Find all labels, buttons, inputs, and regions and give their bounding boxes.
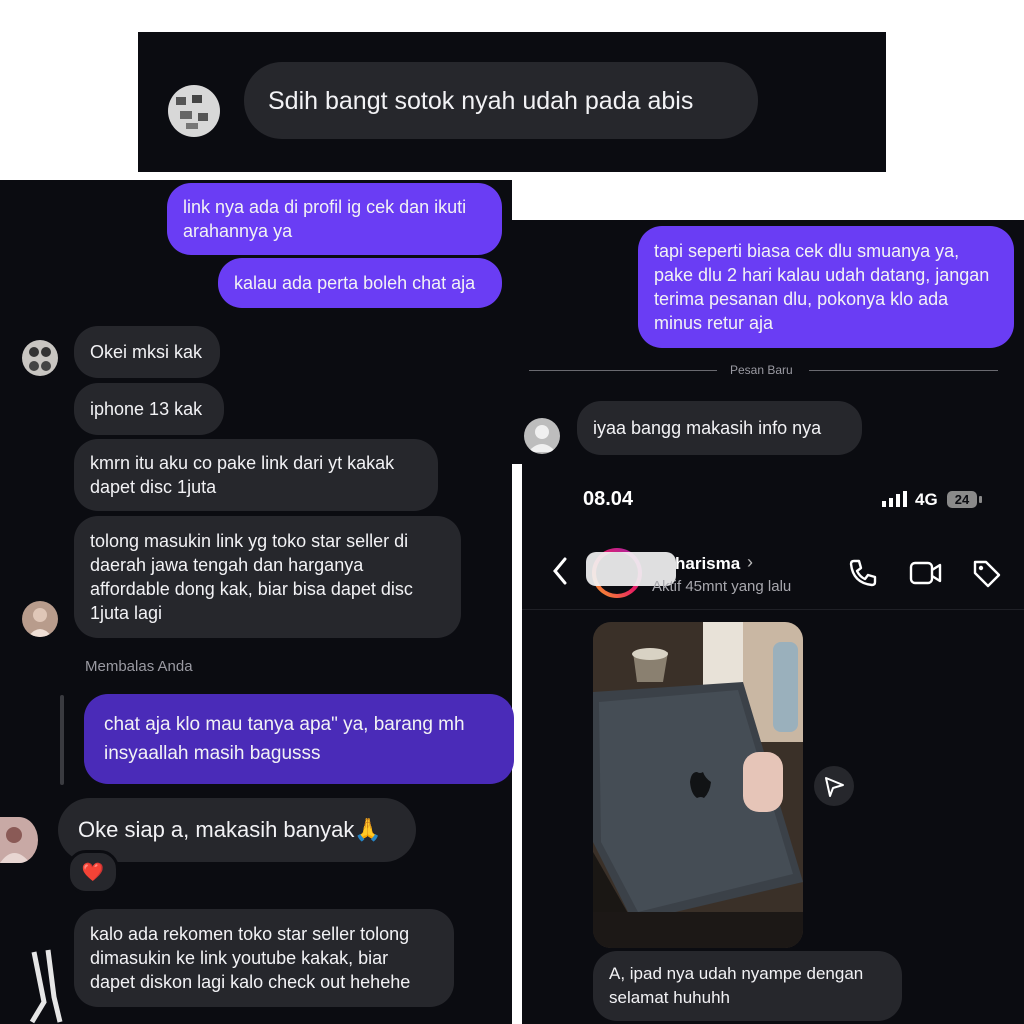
ipad-photo [593,622,803,948]
reply-label: Membalas Anda [85,658,193,675]
divider-line-right [809,370,998,371]
message-text: tolong masukin link yg toko star seller … [90,531,413,623]
received-message[interactable]: kmrn itu aku co pake link dari yt kakak … [74,439,438,511]
received-message[interactable]: iyaa bangg makasih info nya [577,401,862,455]
message-text: iphone 13 kak [90,399,203,419]
new-messages-divider: Pesan Baru [730,363,793,377]
signal-icon [882,491,907,507]
message-text: kalo ada rekomen toko star seller tolong… [90,924,411,992]
message-text: kalau ada perta boleh chat aja [234,273,476,293]
received-message[interactable]: tolong masukin link yg toko star seller … [74,516,461,638]
battery-tip [979,496,982,503]
default-user-icon [528,425,556,452]
heart-icon: ❤️ [81,861,105,882]
received-message[interactable]: Okei mksi kak [74,326,220,378]
header-divider [522,609,1024,610]
right-chat-panel: tapi seperti biasa cek dlu smuanya ya, p… [512,220,1024,464]
battery-icon: 24 [947,491,977,508]
message-bubble[interactable]: Sdih bangt sotok nyah udah pada abis [244,62,758,139]
status-time: 08.04 [583,488,634,510]
divider-line-left [529,370,717,371]
received-message[interactable]: A, ipad nya udah nyampe dengan selamat h… [593,951,902,1021]
contact-avatar[interactable] [168,85,220,137]
quoted-message[interactable]: chat aja klo mau tanya apa" ya, barang m… [84,694,514,784]
left-chat-panel: link nya ada di profil ig cek dan ikuti … [0,180,514,1024]
top-chat-panel: Sdih bangt sotok nyah udah pada abis [138,32,886,172]
contact-avatar[interactable] [0,817,38,863]
sent-message[interactable]: link nya ada di profil ig cek dan ikuti … [167,183,502,255]
message-text: iyaa bangg makasih info nya [593,418,822,438]
contact-name[interactable]: harisma [675,554,740,574]
message-text: link nya ada di profil ig cek dan ikuti … [183,197,467,241]
message-text: Okei mksi kak [90,342,203,362]
phone-screenshot-panel: 08.04 4G 24 harisma › Aktif 45mnt yang l… [522,464,1024,1024]
battery-level: 24 [954,492,970,507]
avatar-photo-icon [28,608,52,637]
received-message[interactable]: iphone 13 kak [74,383,224,435]
reply-line [60,695,64,785]
avatar-pattern-icon [176,95,208,129]
share-button[interactable] [814,766,854,806]
message-text: Sdih bangt sotok nyah udah pada abis [268,86,694,115]
photo-message[interactable] [593,622,803,948]
contact-avatar[interactable] [524,418,560,454]
contact-avatar[interactable] [22,340,58,376]
message-text: chat aja klo mau tanya apa" ya, barang m… [104,714,465,764]
avatar-photo-icon [29,347,51,371]
reaction-badge[interactable]: ❤️ [67,850,119,894]
contact-avatar[interactable] [22,601,58,637]
received-message[interactable]: kalo ada rekomen toko star seller tolong… [74,909,454,1007]
video-call-icon[interactable] [909,560,943,586]
send-icon [825,777,844,797]
chevron-right-icon: › [747,552,753,572]
message-text: kmrn itu aku co pake link dari yt kakak … [90,453,395,497]
message-text: Oke siap a, makasih banyak🙏 [78,817,382,842]
received-message[interactable]: Oke siap a, makasih banyak🙏 [58,798,416,862]
phone-call-icon[interactable] [848,558,878,588]
message-text: A, ipad nya udah nyampe dengan selamat h… [609,964,864,1007]
network-type: 4G [915,490,938,509]
active-status: Aktif 45mnt yang lalu [652,578,792,595]
message-text: tapi seperti biasa cek dlu smuanya ya, p… [654,241,990,333]
tag-icon[interactable] [971,558,1001,588]
back-chevron-icon[interactable] [552,557,568,585]
sent-message[interactable]: tapi seperti biasa cek dlu smuanya ya, p… [638,226,1014,348]
contact-avatar[interactable] [14,942,66,1024]
avatar-photo-icon [0,827,30,863]
sent-message[interactable]: kalau ada perta boleh chat aja [218,258,502,308]
avatar-sketch-icon [29,949,63,1024]
